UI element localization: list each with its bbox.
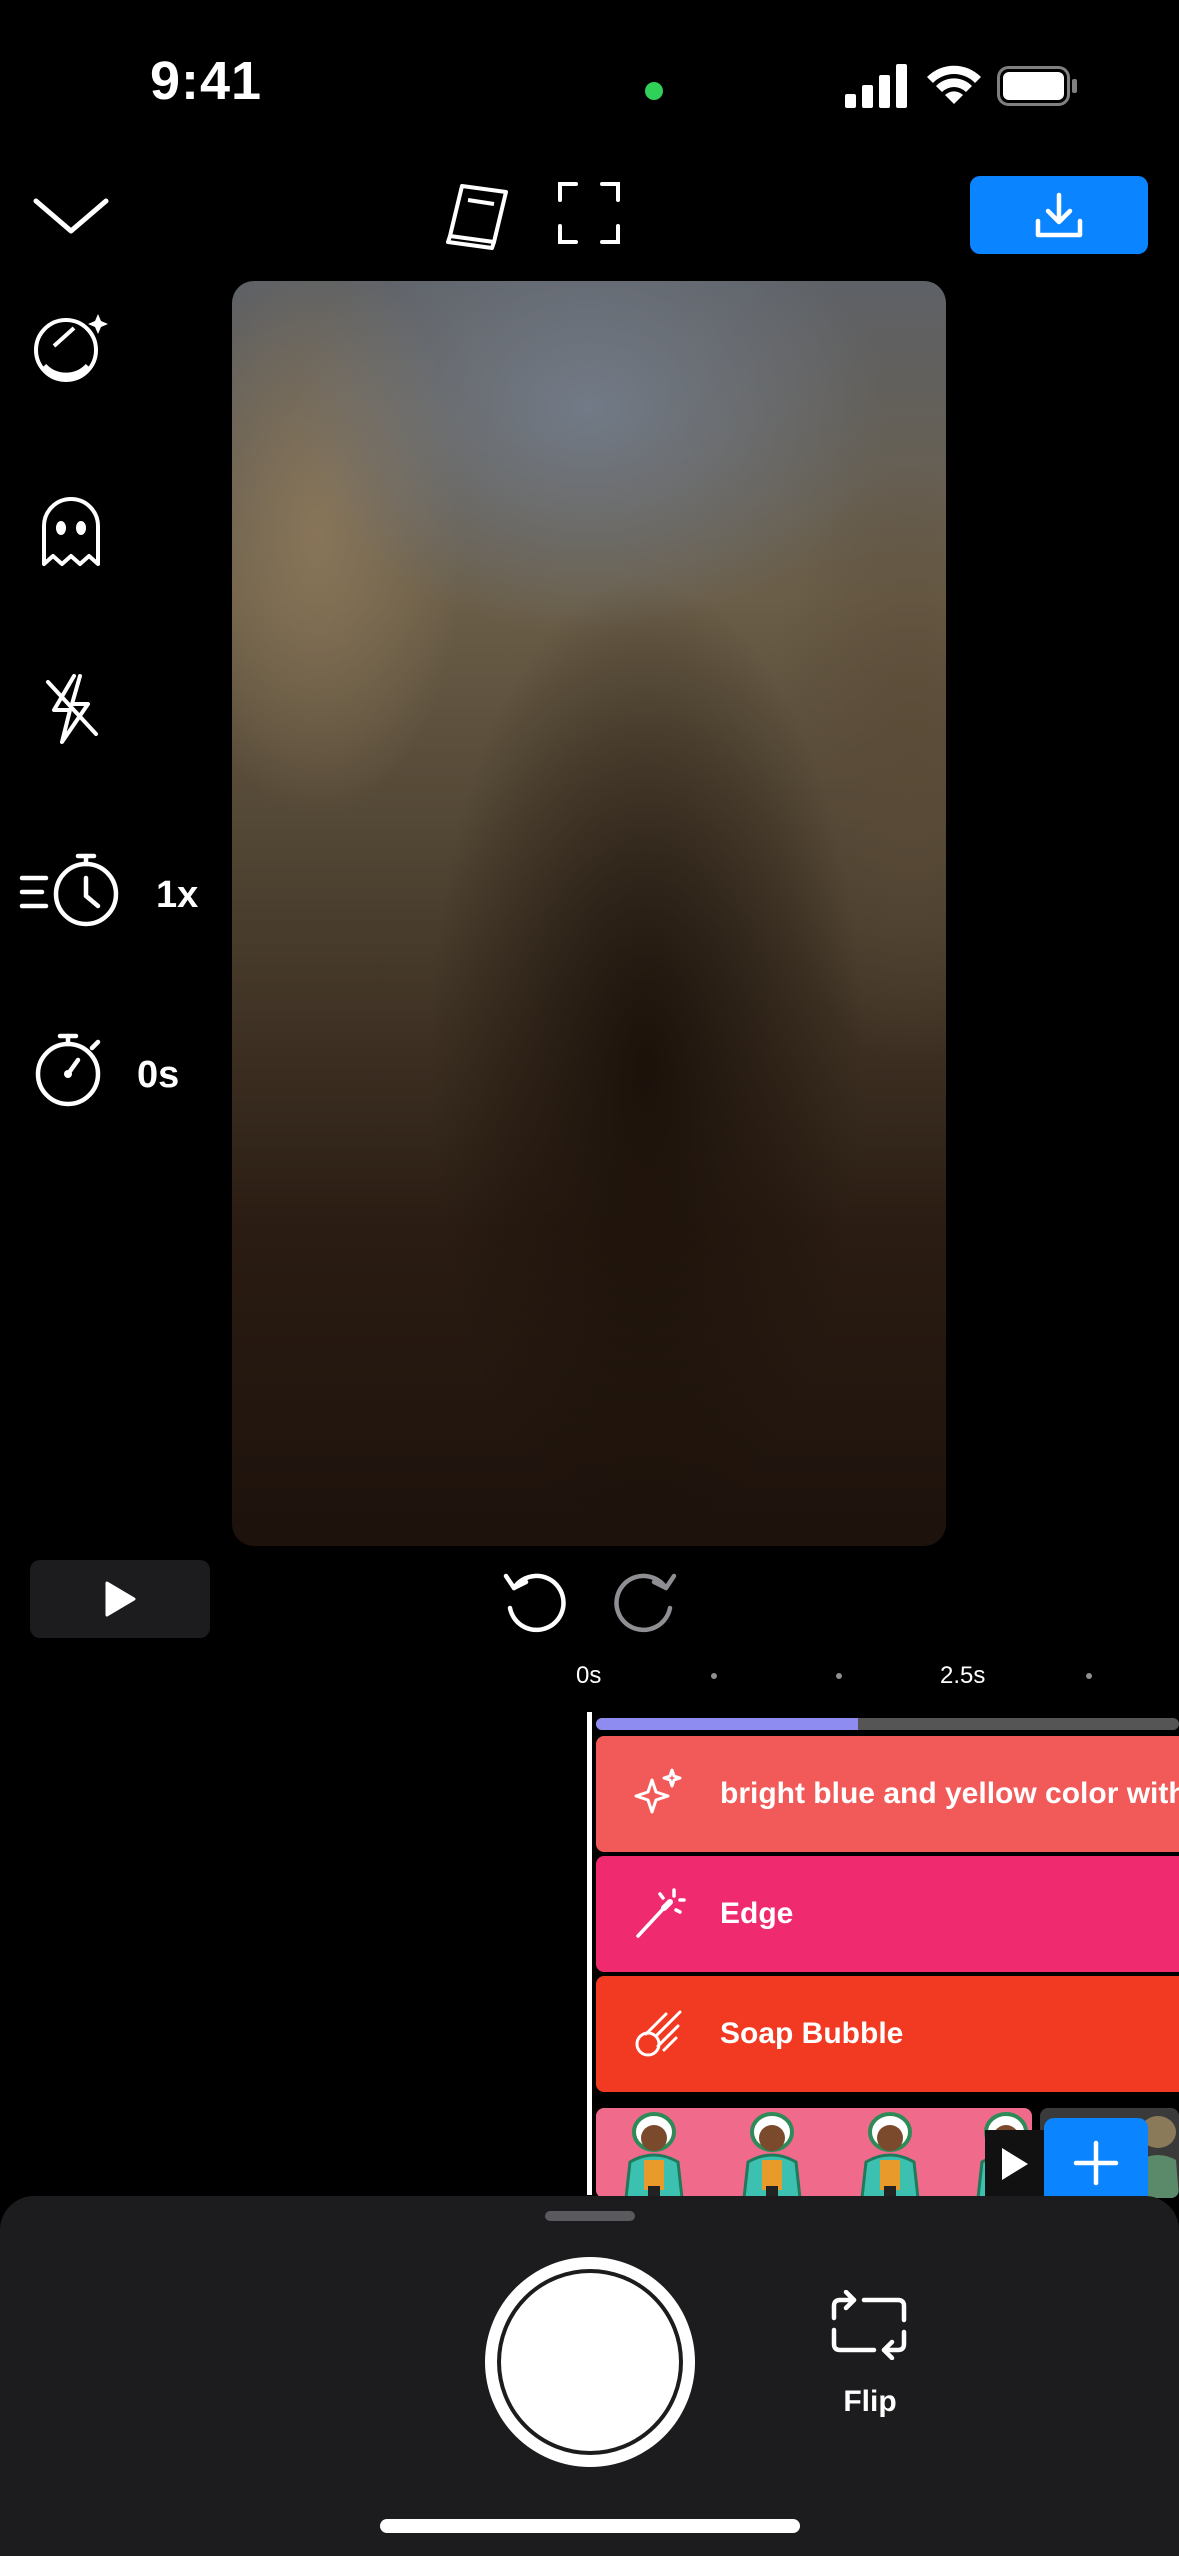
timer-value: 0s (137, 1054, 180, 1096)
cellular-signal-icon (845, 64, 907, 108)
chevron-down-icon[interactable] (30, 185, 112, 245)
clip-soap-bubble[interactable]: Soap Bubble (596, 1976, 1179, 2092)
ruler-label-2.5s: 2.5s (940, 1662, 986, 1689)
speed-icon[interactable] (18, 848, 124, 930)
sheet-grabber[interactable] (545, 2211, 635, 2221)
video-thumbnail-strip[interactable] (596, 2108, 1032, 2198)
ghost-icon[interactable] (30, 490, 112, 572)
home-indicator[interactable] (380, 2519, 800, 2533)
play-button[interactable] (30, 1560, 210, 1638)
timeline-progress-track[interactable] (596, 1718, 1179, 1730)
camera-preview[interactable] (232, 281, 946, 1546)
ruler-tick (1086, 1673, 1092, 1679)
redo-icon[interactable] (610, 1568, 680, 1634)
timeline-playhead[interactable] (587, 1712, 592, 2195)
character-thumbnail-icon (624, 2112, 1032, 2198)
ruler-label-0s: 0s (576, 1662, 602, 1689)
clip-prompt[interactable]: bright blue and yellow color without r (596, 1736, 1179, 1852)
add-clip-button[interactable] (1044, 2118, 1148, 2208)
clip-label: bright blue and yellow color without r (720, 1777, 1179, 1810)
clip-edge[interactable]: Edge (596, 1856, 1179, 1972)
plus-icon (1073, 2140, 1119, 2186)
timeline-progress-fill (596, 1718, 859, 1730)
wifi-icon (927, 65, 981, 104)
record-button-ring (497, 2269, 683, 2455)
comet-icon (635, 2010, 682, 2057)
flash-off-icon[interactable] (30, 668, 112, 750)
book-icon[interactable] (440, 180, 512, 250)
ruler-tick (836, 1673, 842, 1679)
flip-camera-icon[interactable] (830, 2290, 908, 2360)
undo-icon[interactable] (500, 1568, 570, 1634)
fullscreen-icon[interactable] (556, 180, 622, 246)
timer-icon[interactable] (30, 1028, 112, 1110)
export-button[interactable] (970, 176, 1148, 254)
speed-value: 1x (156, 874, 199, 916)
beauty-filter-icon[interactable] (30, 306, 112, 388)
ruler-tick (711, 1673, 717, 1679)
sparkles-icon (634, 1768, 682, 1814)
status-time: 9:41 (150, 51, 263, 111)
magic-wand-icon (636, 1888, 686, 1938)
flip-label: Flip (843, 2385, 897, 2418)
play-icon (1002, 2148, 1028, 2180)
clip-play-button[interactable] (985, 2130, 1045, 2198)
download-icon (1035, 192, 1083, 238)
clip-label: Edge (720, 1897, 794, 1930)
camera-indicator-dot (645, 82, 663, 100)
play-icon (105, 1581, 136, 1617)
clip-label: Soap Bubble (720, 2017, 904, 2050)
battery-icon (997, 66, 1077, 106)
